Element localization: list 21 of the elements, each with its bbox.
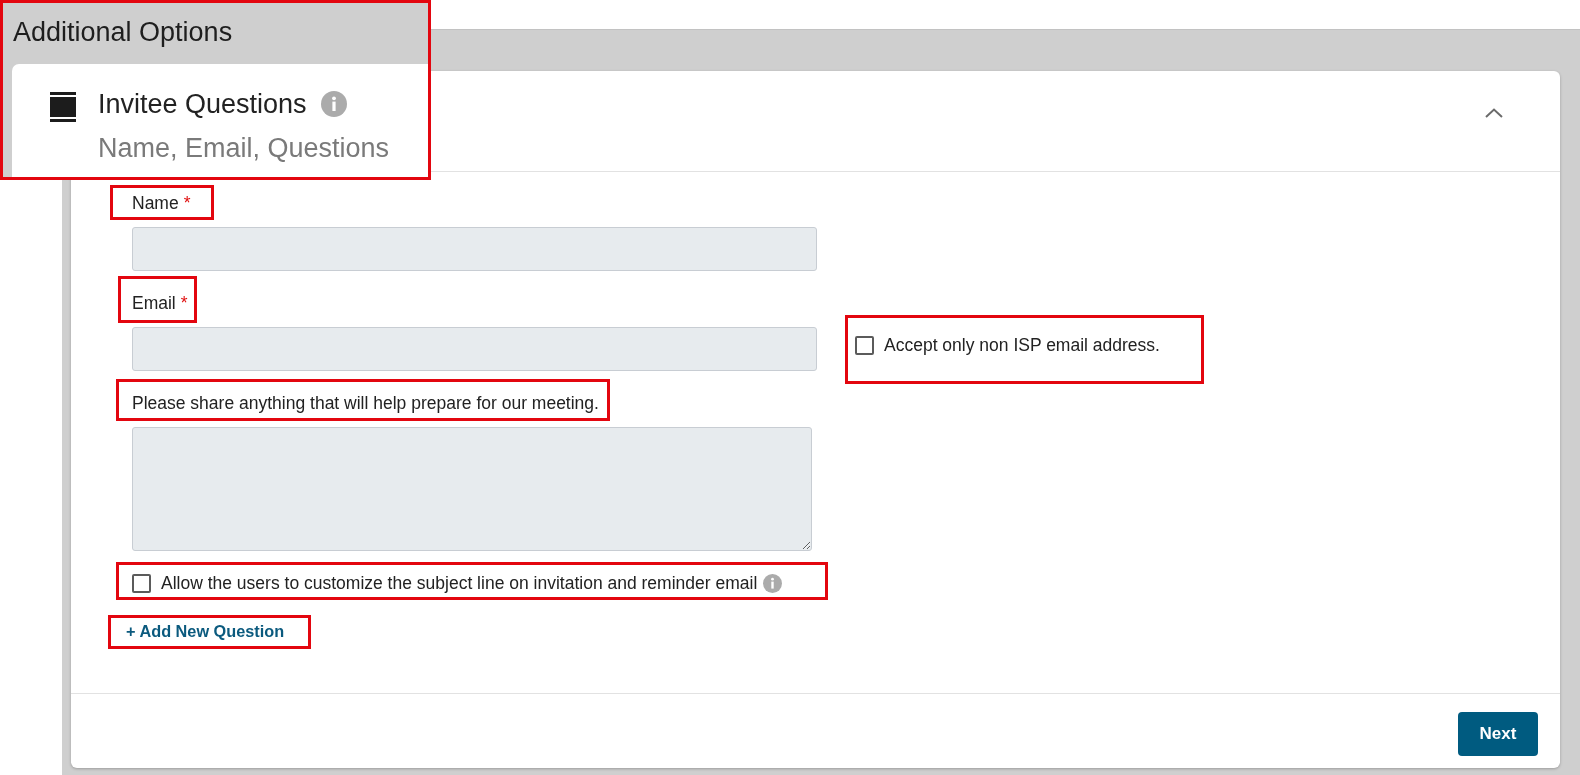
input-field[interactable] xyxy=(132,227,817,271)
field-label: Please share anything that will help prepare for our meeting. xyxy=(132,393,599,413)
next-button[interactable]: Next xyxy=(1458,712,1538,756)
add-question-link[interactable]: + Add New Question xyxy=(126,621,285,641)
page-title: Additional Options xyxy=(12,16,234,49)
checkbox[interactable] xyxy=(855,335,874,355)
field-label: Email xyxy=(132,293,176,313)
checkbox-label: Accept only non ISP email address. xyxy=(884,335,1160,355)
required-asterisk: * xyxy=(180,293,188,313)
section-subtitle: Name, Email, Questions xyxy=(98,133,390,163)
checkbox[interactable] xyxy=(132,573,151,593)
section-title: Invitee Questions xyxy=(98,89,307,119)
stacked-rectangles-icon xyxy=(50,92,76,122)
checkbox-label: Allow the users to customize the subject line on invitation and reminder email xyxy=(161,573,758,593)
collapse-chevron-icon[interactable] xyxy=(1485,108,1503,118)
field-label: Name xyxy=(132,193,179,213)
required-asterisk: * xyxy=(183,193,191,213)
textarea-field[interactable] xyxy=(132,427,812,551)
info-icon[interactable] xyxy=(320,91,347,117)
info-icon[interactable] xyxy=(763,573,783,593)
input-field[interactable] xyxy=(132,327,817,371)
